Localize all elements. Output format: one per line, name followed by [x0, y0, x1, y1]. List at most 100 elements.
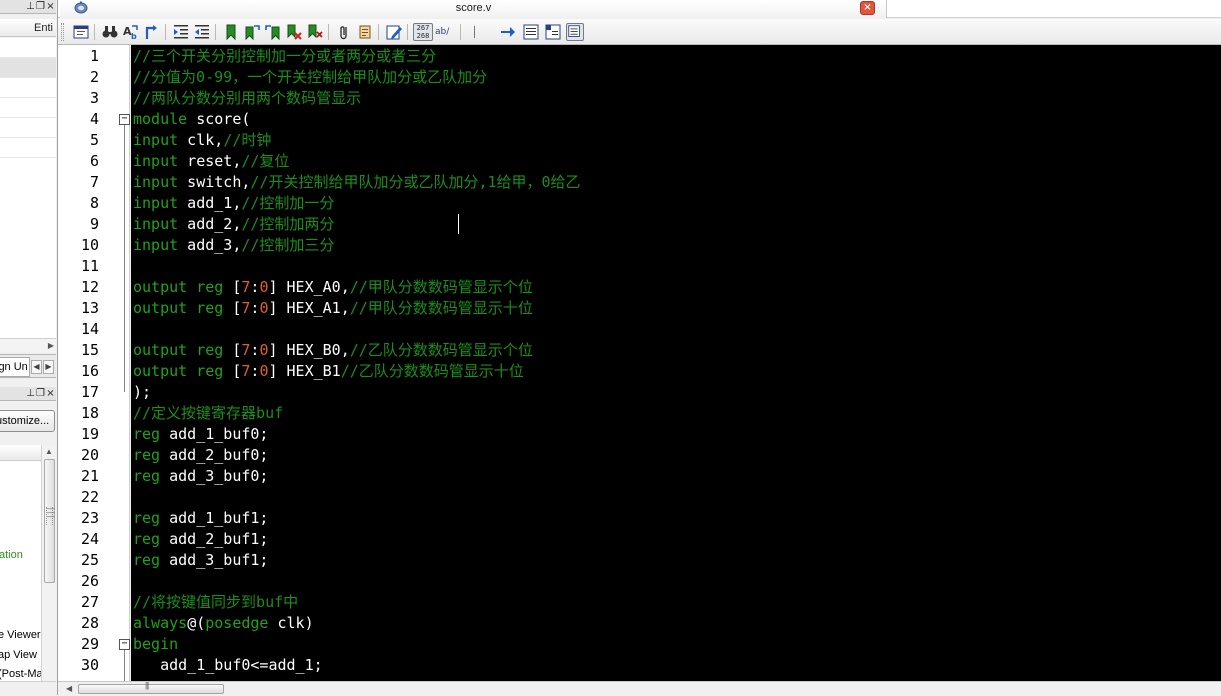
- code-comment: //将按键值同步到buf中: [133, 593, 299, 611]
- uncomment-icon[interactable]: [544, 23, 562, 41]
- line-number: 11: [80, 257, 99, 275]
- close-pane-icon[interactable]: ×: [45, 387, 56, 400]
- line-number: 27: [80, 593, 99, 611]
- code-text: [: [223, 278, 242, 296]
- code-keyword: begin: [133, 635, 179, 653]
- tab-scroll-right-icon[interactable]: ▶: [43, 360, 54, 374]
- code-comment: //复位: [241, 152, 290, 170]
- line-number: 29: [80, 635, 99, 653]
- block-comment-icon[interactable]: [522, 23, 540, 41]
- code-line[interactable]: //两队分数分别用两个数码管显示: [133, 88, 361, 109]
- tasks-list[interactable]: ation e Viewer ap View (Post-Ma: [0, 445, 41, 681]
- code-line[interactable]: //分值为0-99，一个开关控制给甲队加分或乙队加分: [133, 67, 487, 88]
- code-line[interactable]: input add_3,//控制加三分: [133, 235, 334, 256]
- toggle-bookmark-icon[interactable]: [222, 23, 240, 41]
- line-numbers-icon[interactable]: 267 268: [413, 23, 433, 41]
- list-item[interactable]: [0, 38, 56, 58]
- list-item[interactable]: [0, 98, 56, 118]
- list-item[interactable]: [0, 78, 56, 98]
- toolbar-grip[interactable]: [61, 23, 64, 41]
- list-item-selected[interactable]: [0, 58, 56, 78]
- code-line[interactable]: //定义按键寄存器buf: [133, 403, 283, 424]
- word-wrap-icon[interactable]: [566, 23, 584, 41]
- task-item-map-view[interactable]: ap View: [0, 649, 37, 661]
- find-icon[interactable]: [101, 23, 119, 41]
- clear-bookmarks-icon[interactable]: [285, 23, 303, 41]
- line-number: 24: [80, 530, 99, 548]
- code-text: clk,: [178, 131, 224, 149]
- goto-line-icon[interactable]: [143, 23, 161, 41]
- code-line[interactable]: output reg [7:0] HEX_A0,//甲队分数数码管显示个位: [133, 277, 533, 298]
- fold-toggle-icon[interactable]: −: [119, 114, 130, 125]
- editor-hscrollbar[interactable]: ◀ |||: [58, 681, 1221, 695]
- clear-bookmarks-all-icon[interactable]: [306, 23, 324, 41]
- fold-toggle-icon[interactable]: −: [119, 639, 130, 650]
- list-item[interactable]: [0, 138, 56, 158]
- line-number: 16: [80, 362, 99, 380]
- tasks-vscrollbar[interactable]: ▲ ― ― ―: [41, 445, 56, 681]
- code-line[interactable]: reg add_2_buf1;: [133, 529, 268, 550]
- code-line[interactable]: //三个开关分别控制加一分或者两分或者三分: [133, 46, 436, 67]
- decrease-indent-icon[interactable]: [193, 23, 211, 41]
- code-line[interactable]: input add_1,//控制加一分: [133, 193, 334, 214]
- code-keyword: output: [133, 278, 188, 296]
- project-column-header[interactable]: Enti: [0, 19, 56, 37]
- code-line[interactable]: output reg [7:0] HEX_B1//乙队分数数码管显示十位: [133, 361, 524, 382]
- code-line[interactable]: add_1_buf0<=add_1;: [133, 655, 323, 676]
- code-line[interactable]: input reset,//复位: [133, 151, 289, 172]
- code-text: reset,: [178, 152, 242, 170]
- code-line[interactable]: input clk,//时钟: [133, 130, 271, 151]
- code-text: ] HEX_A1,: [268, 299, 350, 317]
- code-comment: //时钟: [223, 131, 272, 149]
- find-replace-icon[interactable]: Ab: [122, 23, 140, 41]
- document-tab[interactable]: score.v ×: [60, 0, 887, 18]
- code-line[interactable]: reg add_1_buf0;: [133, 424, 268, 445]
- tab-scroll-left-icon[interactable]: ◀: [31, 360, 42, 374]
- code-editor[interactable]: //三个开关分别控制加一分或者两分或者三分 //分值为0-99，一个开关控制给甲队…: [131, 45, 1221, 681]
- code-line[interactable]: reg add_1_buf1;: [133, 508, 268, 529]
- code-text: ] HEX_A0,: [268, 278, 350, 296]
- code-line[interactable]: reg add_3_buf0;: [133, 466, 268, 487]
- code-line[interactable]: output reg [7:0] HEX_A1,//甲队分数数码管显示十位: [133, 298, 533, 319]
- list-item[interactable]: [0, 118, 56, 138]
- code-line[interactable]: module score(: [133, 109, 250, 130]
- code-line[interactable]: output reg [7:0] HEX_B0,//乙队分数数码管显示个位: [133, 340, 533, 361]
- code-line[interactable]: input switch,//开关控制给甲队加分或乙队加分,1给甲，0给乙: [133, 172, 581, 193]
- scroll-right-icon[interactable]: ▶: [48, 339, 54, 353]
- jump-icon[interactable]: [499, 23, 517, 41]
- task-item-viewer[interactable]: e Viewer: [0, 629, 41, 641]
- code-keyword: output: [133, 299, 188, 317]
- previous-bookmark-icon[interactable]: [264, 23, 282, 41]
- code-line[interactable]: //将按键值同步到buf中: [133, 592, 298, 613]
- code-line[interactable]: reg add_2_buf0;: [133, 445, 268, 466]
- svg-text:b: b: [131, 32, 137, 41]
- next-bookmark-icon[interactable]: [243, 23, 261, 41]
- scroll-left-icon[interactable]: ◀: [66, 682, 72, 696]
- scroll-thumb[interactable]: |||: [78, 681, 224, 694]
- line-number: 17: [80, 383, 99, 401]
- line-number: 14: [80, 320, 99, 338]
- code-line[interactable]: always@(posedge clk): [133, 613, 314, 634]
- spelling-icon[interactable]: ab/: [435, 23, 457, 41]
- line-number: 20: [80, 446, 99, 464]
- task-item-post-mapping[interactable]: (Post-Ma: [0, 668, 41, 680]
- insert-template-icon[interactable]: [72, 23, 90, 41]
- attach-icon[interactable]: [335, 23, 353, 41]
- code-line[interactable]: begin: [133, 634, 178, 655]
- project-hscrollbar[interactable]: ▶: [0, 338, 56, 352]
- increase-indent-icon[interactable]: [172, 23, 190, 41]
- close-document-button[interactable]: ×: [860, 1, 875, 15]
- script-icon[interactable]: [356, 23, 374, 41]
- code-line[interactable]: reg add_3_buf1;: [133, 550, 268, 571]
- close-pane-icon[interactable]: ×: [45, 0, 56, 13]
- task-item-compilation[interactable]: ation: [0, 549, 23, 561]
- code-line[interactable]: );: [133, 382, 151, 403]
- customize-button[interactable]: ustomize...: [0, 410, 55, 432]
- scroll-up-icon[interactable]: ▲: [45, 447, 53, 456]
- tab-design-units[interactable]: ign Un: [0, 357, 30, 377]
- code-line[interactable]: input add_2,//控制加两分: [133, 214, 334, 235]
- project-navigator-list[interactable]: [0, 38, 56, 338]
- line-number: 23: [80, 509, 99, 527]
- edit-icon[interactable]: [385, 23, 403, 41]
